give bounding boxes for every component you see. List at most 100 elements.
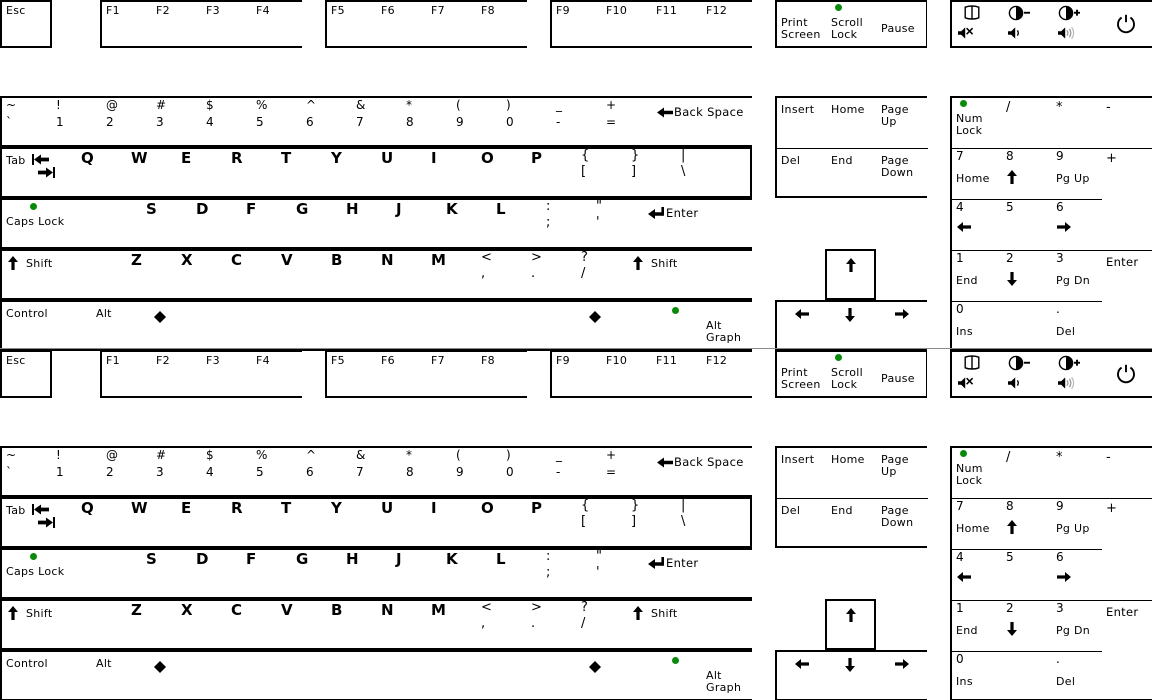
key-n-top[interactable]: N (377, 251, 428, 298)
key-print-screen-bottom[interactable]: Print Screen (777, 352, 828, 396)
key-f8-top[interactable]: F8 (477, 2, 528, 46)
key-num-0-bottom[interactable]: ~ ` (2, 448, 53, 495)
key-num-2-top[interactable]: @2 (102, 98, 153, 145)
key-num-6-top[interactable]: ^ 6 (302, 98, 353, 145)
key-shift-punct-1-top[interactable]: >. (527, 251, 578, 298)
key-end-bottom[interactable]: End (827, 499, 878, 546)
key-tab-bottom[interactable]: Tab (2, 499, 78, 546)
key-num-3-bottom[interactable]: #3 (152, 448, 203, 495)
key-numpad-multiply-top[interactable]: * (1052, 98, 1103, 149)
key-pause-top[interactable]: Pause (877, 2, 926, 46)
key-insert-top[interactable]: Insert (777, 98, 828, 149)
key-q-bottom[interactable]: Q (77, 499, 128, 546)
key-u-bottom[interactable]: U (377, 499, 428, 546)
key-alt-left-bottom[interactable]: Alt (92, 652, 143, 699)
key-numpad-5-bottom[interactable]: 5 (1002, 550, 1053, 601)
key-home-7-top[interactable]: K (442, 200, 493, 247)
key-f11-bottom[interactable]: F11 (652, 352, 703, 396)
key-numpad-7-top[interactable]: 7 Home (952, 149, 1003, 200)
key-home-8-bottom[interactable]: L (492, 550, 543, 597)
key-display-mute-top[interactable] (952, 2, 1003, 46)
key-alt-graph-top[interactable]: Alt Graph (702, 302, 753, 349)
key-delete-top[interactable]: Del (777, 149, 828, 196)
key-f10-bottom[interactable]: F10 (602, 352, 653, 396)
key-y-top[interactable]: Y (327, 149, 378, 196)
key-numpad-multiply-bottom[interactable]: * (1052, 448, 1103, 499)
key-punct-1-top[interactable]: " ' (592, 200, 643, 247)
key-shift-punct-2-top[interactable]: ? / (577, 251, 628, 298)
key-caps-lock-bottom[interactable]: Caps Lock (2, 550, 93, 597)
key-space-top[interactable] (217, 302, 578, 349)
key-numpad-0-top[interactable]: 0 Ins (952, 302, 1053, 349)
key-home-4-bottom[interactable]: G (292, 550, 343, 597)
key-num-5-bottom[interactable]: % 5 (252, 448, 303, 495)
key-e-top[interactable]: E (177, 149, 228, 196)
key-control-bottom[interactable]: Control (2, 652, 93, 699)
key-num-11-bottom[interactable]: _ - (552, 448, 603, 495)
key-bracket-0-top[interactable]: {[ (577, 149, 628, 196)
key-bracket-1-bottom[interactable]: }] (627, 499, 678, 546)
key-end-top[interactable]: End (827, 149, 878, 196)
key-t-top[interactable]: T (277, 149, 328, 196)
key-num-12-bottom[interactable]: + = (602, 448, 653, 495)
key-home-top[interactable]: Home (827, 98, 878, 149)
key-arrow-left-bottom[interactable] (777, 652, 828, 699)
key-num-8-top[interactable]: * 8 (402, 98, 453, 145)
key-num-lock-bottom[interactable]: Num Lock (952, 448, 1003, 499)
key-numpad-2-bottom[interactable]: 2 (1002, 601, 1053, 652)
key-o-bottom[interactable]: O (477, 499, 528, 546)
key-q-top[interactable]: Q (77, 149, 128, 196)
key-insert-bottom[interactable]: Insert (777, 448, 828, 499)
key-r-bottom[interactable]: R (227, 499, 278, 546)
key-arrow-right-bottom[interactable] (877, 652, 928, 699)
key-num-10-top[interactable]: ) 0 (502, 98, 553, 145)
key-home-4-top[interactable]: G (292, 200, 343, 247)
key-z-top[interactable]: Z (127, 251, 178, 298)
key-arrow-up-top[interactable] (825, 249, 876, 300)
key-shift-right-top[interactable]: Shift (627, 251, 752, 298)
key-bracket-2-bottom[interactable]: | \ (677, 499, 728, 546)
key-enter-bottom[interactable]: Enter (642, 550, 752, 597)
key-page-down-bottom[interactable]: Page Down (877, 499, 928, 546)
key-shift-punct-0-bottom[interactable]: <, (477, 601, 528, 648)
key-num-1-top[interactable]: ! 1 (52, 98, 103, 145)
key-i-top[interactable]: I (427, 149, 478, 196)
key-c-top[interactable]: C (227, 251, 278, 298)
key-numpad-decimal-bottom[interactable]: . Del (1052, 652, 1103, 699)
key-numpad-9-top[interactable]: 9 Pg Up (1052, 149, 1103, 200)
key-f9-bottom[interactable]: F9 (552, 352, 603, 396)
key-punct-1-bottom[interactable]: " ' (592, 550, 643, 597)
key-home-7-bottom[interactable]: K (442, 550, 493, 597)
key-shift-punct-0-top[interactable]: <, (477, 251, 528, 298)
key-num-9-top[interactable]: (9 (452, 98, 503, 145)
key-f7-top[interactable]: F7 (427, 2, 478, 46)
key-arrow-left-top[interactable] (777, 302, 828, 349)
key-num-8-bottom[interactable]: * 8 (402, 448, 453, 495)
key-home-6-bottom[interactable]: J (392, 550, 443, 597)
key-num-6-bottom[interactable]: ^ 6 (302, 448, 353, 495)
key-b-bottom[interactable]: B (327, 601, 378, 648)
key-numpad-enter-top[interactable]: Enter (1102, 251, 1152, 349)
key-arrow-down-bottom[interactable] (827, 652, 878, 699)
key-numpad-enter-bottom[interactable]: Enter (1102, 601, 1152, 699)
key-pause-bottom[interactable]: Pause (877, 352, 926, 396)
key-scroll-lock-top[interactable]: Scroll Lock (827, 2, 878, 46)
key-f12-top[interactable]: F12 (702, 2, 753, 46)
key-scroll-lock-bottom[interactable]: Scroll Lock (827, 352, 878, 396)
key-punct-0-top[interactable]: :; (542, 200, 593, 247)
key-e-bottom[interactable]: E (177, 499, 228, 546)
key-num-10-bottom[interactable]: ) 0 (502, 448, 553, 495)
key-alt-graph-bottom[interactable]: Alt Graph (702, 652, 753, 699)
key-f4-bottom[interactable]: F4 (252, 352, 303, 396)
key-page-up-top[interactable]: Page Up (877, 98, 928, 149)
key-punct-0-bottom[interactable]: :; (542, 550, 593, 597)
key-o-top[interactable]: O (477, 149, 528, 196)
key-numpad-3-bottom[interactable]: 3 Pg Dn (1052, 601, 1103, 652)
key-num-7-bottom[interactable]: & 7 (352, 448, 403, 495)
key-home-5-top[interactable]: H (342, 200, 393, 247)
key-page-up-bottom[interactable]: Page Up (877, 448, 928, 499)
key-brightness-up-bottom[interactable] (1052, 352, 1103, 396)
key-bracket-1-top[interactable]: }] (627, 149, 678, 196)
key-meta-left-top[interactable] (142, 302, 218, 349)
key-f12-bottom[interactable]: F12 (702, 352, 753, 396)
